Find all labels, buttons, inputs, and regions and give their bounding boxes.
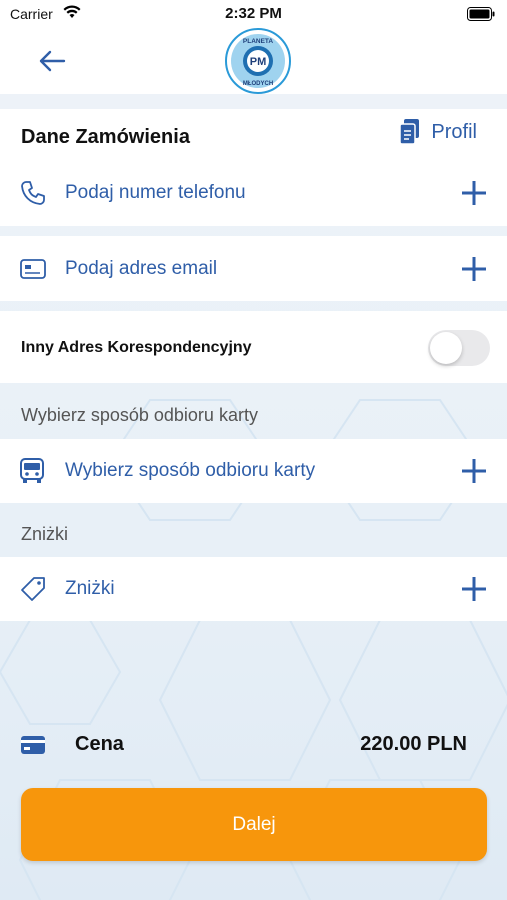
logo-monogram: PM xyxy=(250,56,267,68)
email-row[interactable]: Podaj adres email xyxy=(0,236,507,301)
price-label: Cena xyxy=(75,733,124,755)
alt-address-toggle[interactable] xyxy=(428,330,490,366)
order-title: Dane Zamówienia xyxy=(21,126,190,148)
add-phone-plus-icon[interactable] xyxy=(461,180,487,206)
add-email-plus-icon[interactable] xyxy=(461,256,487,282)
profile-document-icon xyxy=(399,119,420,145)
email-label: Podaj adres email xyxy=(65,258,218,279)
order-header: Dane Zamówienia Profil xyxy=(0,109,507,161)
app-logo: PM PLANETA MŁODYCH xyxy=(225,28,291,94)
battery-icon xyxy=(467,7,495,21)
card-pickup-section-title: Wybierz sposób odbioru karty xyxy=(21,405,258,425)
discounts-section-title: Zniżki xyxy=(21,524,69,544)
email-card-icon xyxy=(20,259,46,279)
alt-address-row: Inny Adres Korespondencyjny xyxy=(0,311,507,383)
clock-time: 2:32 PM xyxy=(225,5,282,22)
phone-row[interactable]: Podaj numer telefonu xyxy=(0,161,507,226)
card-pickup-row[interactable]: Wybierz sposób odbioru karty xyxy=(0,439,507,503)
logo-top-text: PLANETA xyxy=(243,38,274,45)
bus-icon xyxy=(20,458,44,483)
price-value: 220.00 PLN xyxy=(360,733,467,755)
price-summary: Cena 220.00 PLN xyxy=(0,711,507,775)
logo-bottom-text: MŁODYCH xyxy=(243,81,273,87)
add-discount-plus-icon[interactable] xyxy=(461,576,487,602)
card-pickup-label: Wybierz sposób odbioru karty xyxy=(65,460,316,481)
discounts-label: Zniżki xyxy=(65,578,115,599)
navigation-bar: PM PLANETA MŁODYCH xyxy=(0,28,507,94)
credit-card-icon xyxy=(21,736,45,754)
phone-label: Podaj numer telefonu xyxy=(65,182,246,203)
add-card-pickup-plus-icon[interactable] xyxy=(461,458,487,484)
profile-label: Profil xyxy=(431,120,477,143)
next-button[interactable]: Dalej xyxy=(21,788,487,861)
discounts-row[interactable]: Zniżki xyxy=(0,557,507,621)
toggle-knob xyxy=(430,332,462,364)
profile-link[interactable]: Profil xyxy=(399,119,477,145)
phone-icon xyxy=(21,181,45,205)
alt-address-label: Inny Adres Korespondencyjny xyxy=(21,339,252,356)
back-arrow-icon[interactable] xyxy=(36,47,68,75)
status-bar: Carrier 2:32 PM xyxy=(0,0,507,28)
tag-icon xyxy=(21,577,45,601)
